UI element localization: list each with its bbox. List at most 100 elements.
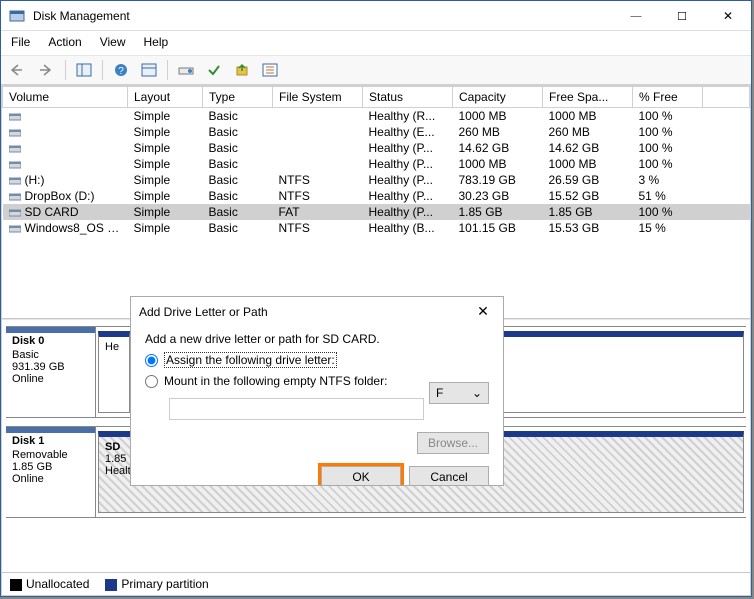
disk-kind: Removable (12, 449, 89, 461)
cell-pct: 100 % (633, 156, 703, 172)
dialog-titlebar: Add Drive Letter or Path ✕ (131, 297, 503, 326)
properties-button[interactable] (258, 59, 282, 81)
cell-layout: Simple (128, 188, 203, 204)
mount-path-input[interactable] (169, 398, 424, 420)
cell-type: Basic (203, 108, 273, 125)
cell-layout: Simple (128, 204, 203, 220)
disk-kind: Basic (12, 349, 89, 361)
dialog-buttons: OK Cancel (131, 456, 503, 486)
cell-free: 1000 MB (543, 108, 633, 125)
radio-assign[interactable] (145, 354, 158, 367)
show-hide-console-button[interactable] (72, 59, 96, 81)
action-checkmark-icon[interactable] (202, 59, 226, 81)
cell-status: Healthy (P... (363, 156, 453, 172)
cell-capacity: 783.19 GB (453, 172, 543, 188)
menubar: File Action View Help (1, 31, 751, 55)
cell-volume (3, 124, 128, 140)
radio-mount[interactable] (145, 375, 158, 388)
cell-volume: DropBox (D:) (3, 188, 128, 204)
col-status[interactable]: Status (363, 87, 453, 108)
table-row[interactable]: Windows8_OS (C:)SimpleBasicNTFSHealthy (… (3, 220, 750, 236)
cell-layout: Simple (128, 108, 203, 125)
cell-type: Basic (203, 172, 273, 188)
cell-status: Healthy (P... (363, 140, 453, 156)
close-button[interactable]: ✕ (705, 1, 751, 31)
cell-pct: 100 % (633, 204, 703, 220)
volume-icon (9, 112, 21, 122)
cancel-button[interactable]: Cancel (409, 466, 489, 486)
dialog-body: Add a new drive letter or path for SD CA… (131, 326, 503, 456)
legend: Unallocated Primary partition (2, 572, 750, 595)
minimize-button[interactable]: — (613, 1, 659, 31)
help-button[interactable]: ? (109, 59, 133, 81)
rescan-button[interactable] (174, 59, 198, 81)
radio-assign-row[interactable]: Assign the following drive letter: (145, 352, 489, 368)
volume-icon (9, 192, 21, 202)
table-row[interactable]: SimpleBasicHealthy (P...1000 MB1000 MB10… (3, 156, 750, 172)
column-header-row: Volume Layout Type File System Status Ca… (3, 87, 750, 108)
cell-status: Healthy (P... (363, 172, 453, 188)
cell-volume: Windows8_OS (C:) (3, 220, 128, 236)
table-row[interactable]: (H:)SimpleBasicNTFSHealthy (P...783.19 G… (3, 172, 750, 188)
cell-type: Basic (203, 124, 273, 140)
cell-fs: NTFS (273, 220, 363, 236)
cell-fs: NTFS (273, 188, 363, 204)
volume-list[interactable]: Volume Layout Type File System Status Ca… (2, 86, 750, 318)
col-pct[interactable]: % Free (633, 87, 703, 108)
refresh-button[interactable] (137, 59, 161, 81)
cell-free: 26.59 GB (543, 172, 633, 188)
cell-type: Basic (203, 156, 273, 172)
radio-assign-label[interactable]: Assign the following drive letter: (164, 352, 337, 368)
cell-pct: 51 % (633, 188, 703, 204)
cell-free: 15.53 GB (543, 220, 633, 236)
cell-capacity: 101.15 GB (453, 220, 543, 236)
partition[interactable]: He (98, 331, 130, 413)
drive-letter-select[interactable]: F ⌄ (429, 382, 489, 404)
cell-layout: Simple (128, 124, 203, 140)
disk-title: Disk 0 (6, 327, 95, 347)
col-volume[interactable]: Volume (3, 87, 128, 108)
toolbar-separator (102, 60, 103, 80)
menu-view[interactable]: View (98, 33, 128, 51)
cell-status: Healthy (P... (363, 188, 453, 204)
attach-vhd-button[interactable] (230, 59, 254, 81)
table-row[interactable]: SimpleBasicHealthy (R...1000 MB1000 MB10… (3, 108, 750, 125)
cell-layout: Simple (128, 140, 203, 156)
col-fs[interactable]: File System (273, 87, 363, 108)
volume-icon (9, 176, 21, 186)
menu-file[interactable]: File (9, 33, 32, 51)
table-row[interactable]: SimpleBasicHealthy (P...14.62 GB14.62 GB… (3, 140, 750, 156)
browse-button[interactable]: Browse... (417, 432, 489, 454)
col-layout[interactable]: Layout (128, 87, 203, 108)
cell-pct: 3 % (633, 172, 703, 188)
radio-mount-label[interactable]: Mount in the following empty NTFS folder… (164, 374, 387, 388)
cell-fs (273, 124, 363, 140)
cell-type: Basic (203, 188, 273, 204)
volume-icon (9, 144, 21, 154)
app-icon (9, 8, 25, 24)
cell-pct: 100 % (633, 140, 703, 156)
col-type[interactable]: Type (203, 87, 273, 108)
disk-size: 931.39 GB (12, 361, 89, 373)
titlebar: Disk Management — ☐ ✕ (1, 1, 751, 31)
cell-free: 1.85 GB (543, 204, 633, 220)
menu-help[interactable]: Help (142, 33, 171, 51)
forward-button[interactable] (35, 59, 59, 81)
chevron-down-icon: ⌄ (472, 386, 482, 400)
maximize-button[interactable]: ☐ (659, 1, 705, 31)
cell-capacity: 1000 MB (453, 108, 543, 125)
ok-button[interactable]: OK (321, 466, 401, 486)
menu-action[interactable]: Action (46, 33, 83, 51)
cell-fs: NTFS (273, 172, 363, 188)
table-row[interactable]: SimpleBasicHealthy (E...260 MB260 MB100 … (3, 124, 750, 140)
back-button[interactable] (7, 59, 31, 81)
col-free[interactable]: Free Spa... (543, 87, 633, 108)
cell-capacity: 14.62 GB (453, 140, 543, 156)
cell-free: 260 MB (543, 124, 633, 140)
volume-table: Volume Layout Type File System Status Ca… (2, 86, 750, 236)
col-capacity[interactable]: Capacity (453, 87, 543, 108)
dialog-close-button[interactable]: ✕ (471, 303, 495, 320)
table-row[interactable]: DropBox (D:)SimpleBasicNTFSHealthy (P...… (3, 188, 750, 204)
table-row[interactable]: SD CARDSimpleBasicFATHealthy (P...1.85 G… (3, 204, 750, 220)
cell-status: Healthy (B... (363, 220, 453, 236)
